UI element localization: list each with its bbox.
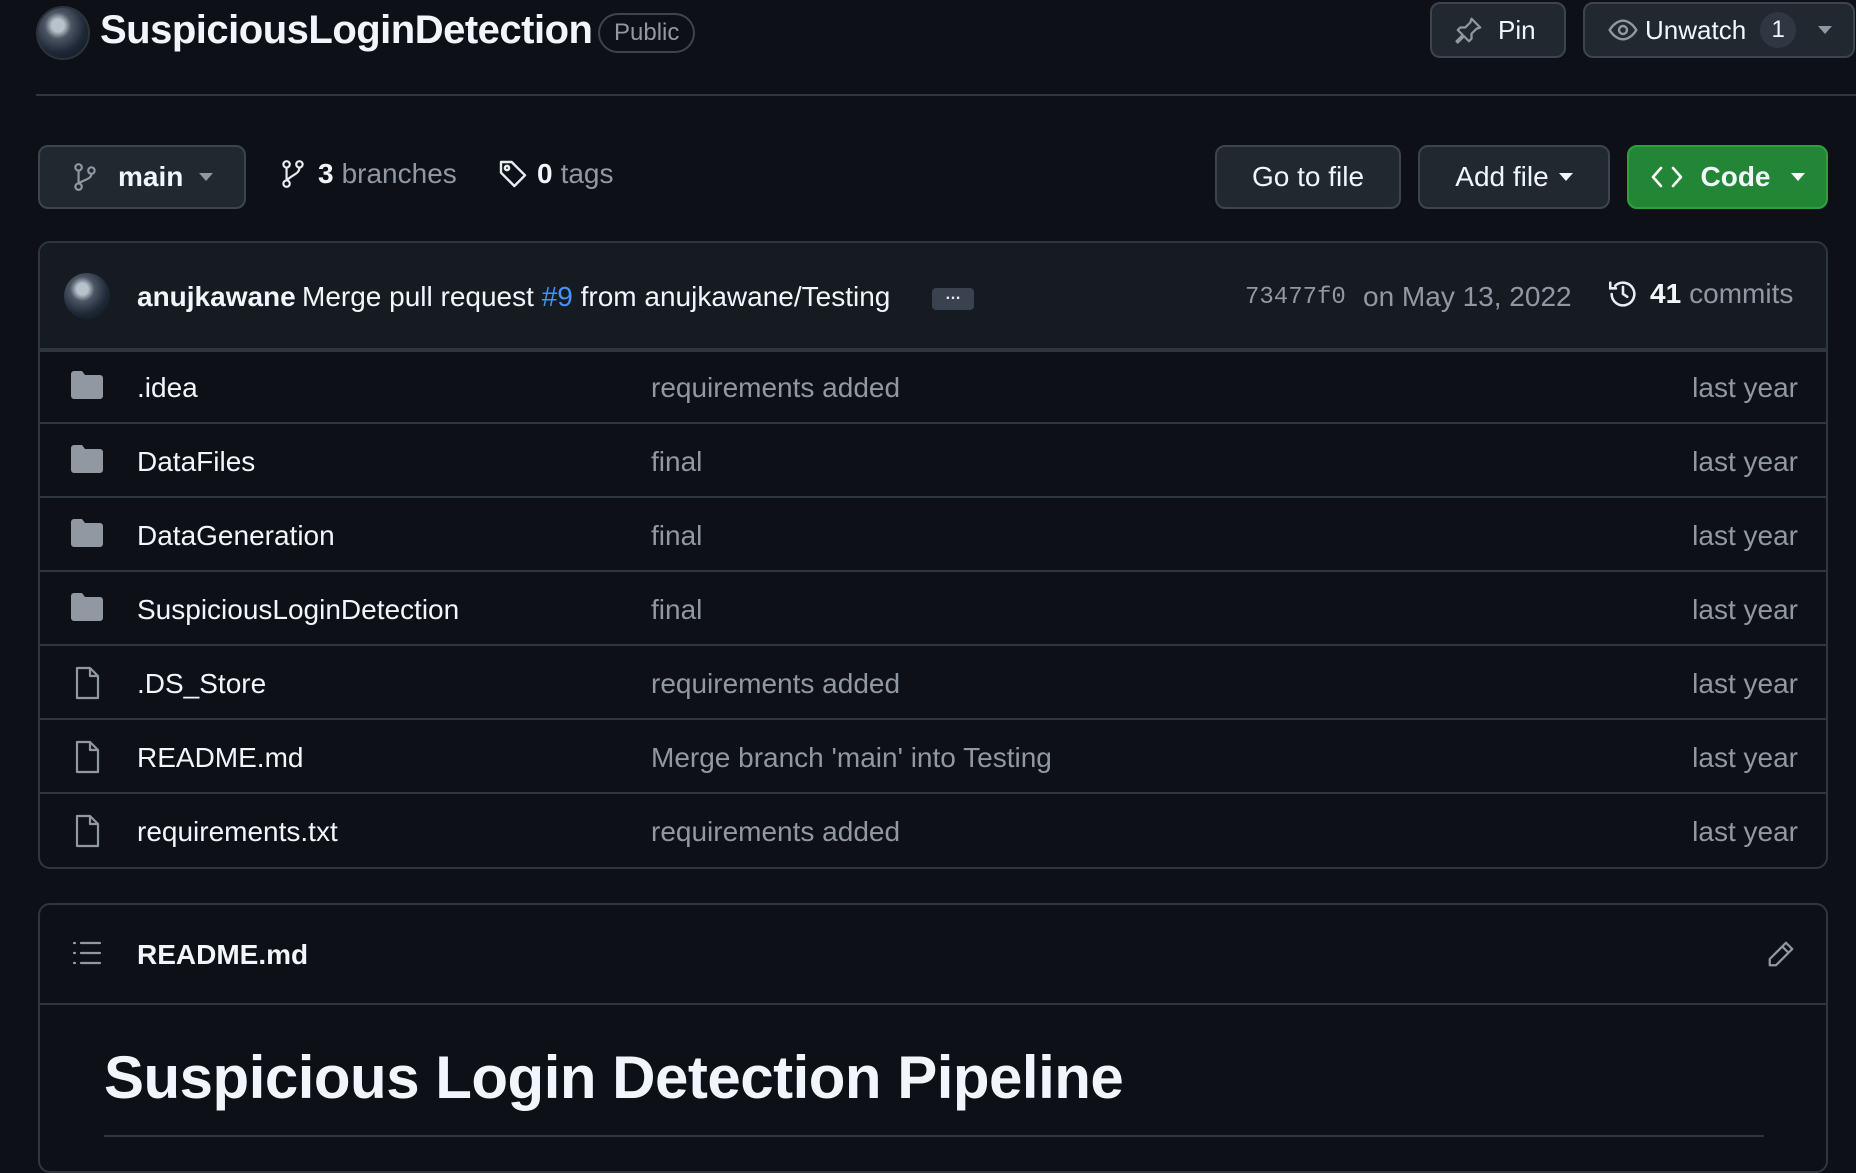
tags-label: tags — [560, 158, 614, 189]
expand-commit-button[interactable]: … — [932, 287, 974, 310]
commit-count: 41 — [1650, 278, 1682, 309]
file-icon — [70, 740, 104, 774]
file-age: last year — [1692, 446, 1798, 477]
readme-divider — [104, 1135, 1764, 1137]
pull-request-link[interactable]: #9 — [542, 281, 573, 312]
list-unordered-icon[interactable] — [72, 939, 102, 967]
code-label: Code — [1700, 161, 1771, 192]
file-browser: anujkawane Merge pull request #9 from an… — [38, 241, 1828, 869]
file-commit-message[interactable]: requirements added — [651, 372, 900, 404]
branch-count: 3 — [318, 158, 334, 189]
author-avatar[interactable] — [64, 273, 110, 319]
chevron-down-icon — [1558, 173, 1573, 181]
folder-icon — [70, 592, 104, 626]
readme-filename[interactable]: README.md — [137, 939, 308, 971]
eye-icon — [1607, 14, 1639, 46]
commit-message-prefix: Merge pull request — [302, 281, 534, 312]
folder-icon — [70, 518, 104, 552]
file-row[interactable]: .idea requirements added last year — [40, 348, 1826, 422]
chevron-down-icon — [199, 173, 214, 181]
file-age: last year — [1692, 668, 1798, 699]
file-age: last year — [1692, 816, 1798, 847]
watch-count: 1 — [1760, 12, 1797, 48]
commit-sha[interactable]: 73477f0 — [1245, 284, 1346, 311]
owner-avatar[interactable] — [36, 6, 90, 60]
commit-author[interactable]: anujkawane — [137, 281, 296, 313]
readme-heading: Suspicious Login Detection Pipeline — [104, 1044, 1124, 1111]
file-row[interactable]: requirements.txt requirements added last… — [40, 792, 1826, 866]
file-row[interactable]: .DS_Store requirements added last year — [40, 644, 1826, 718]
latest-commit-bar: anujkawane Merge pull request #9 from an… — [40, 243, 1826, 352]
file-name[interactable]: DataFiles — [137, 446, 255, 478]
file-name[interactable]: .DS_Store — [137, 668, 266, 700]
file-row[interactable]: README.md Merge branch 'main' into Testi… — [40, 718, 1826, 792]
unwatch-label: Unwatch — [1645, 14, 1747, 45]
file-commit-message[interactable]: final — [651, 520, 702, 552]
file-commit-message[interactable]: Merge branch 'main' into Testing — [651, 742, 1052, 774]
file-name[interactable]: requirements.txt — [137, 816, 338, 848]
add-file-label: Add file — [1455, 161, 1549, 192]
branch-selector[interactable]: main — [38, 145, 246, 209]
file-icon — [70, 666, 104, 700]
pencil-icon[interactable] — [1766, 939, 1796, 969]
folder-icon — [70, 444, 104, 478]
file-row[interactable]: DataFiles final last year — [40, 422, 1826, 496]
repo-name[interactable]: SuspiciousLoginDetection — [100, 8, 593, 53]
pin-button[interactable]: Pin — [1430, 2, 1566, 58]
commits-link[interactable]: 41 commits — [1606, 277, 1793, 311]
file-age: last year — [1692, 372, 1798, 403]
unwatch-button[interactable]: Unwatch 1 — [1583, 2, 1855, 58]
file-commit-message[interactable]: final — [651, 594, 702, 626]
code-button[interactable]: Code — [1627, 145, 1828, 209]
file-name[interactable]: SuspiciousLoginDetection — [137, 594, 459, 626]
commit-message-suffix: from anujkawane/Testing — [580, 281, 891, 312]
commits-label: commits — [1689, 278, 1794, 309]
file-age: last year — [1692, 520, 1798, 551]
chevron-down-icon[interactable] — [1818, 26, 1833, 34]
file-commit-message[interactable]: requirements added — [651, 816, 900, 848]
tag-icon — [497, 158, 529, 190]
file-icon — [70, 814, 104, 848]
history-icon — [1606, 277, 1640, 311]
commit-message[interactable]: Merge pull request #9 from anujkawane/Te… — [302, 281, 890, 313]
tag-count: 0 — [537, 158, 553, 189]
readme-panel: README.md Suspicious Login Detection Pip… — [38, 903, 1828, 1173]
folder-icon — [70, 370, 104, 404]
go-to-file-button[interactable]: Go to file — [1215, 145, 1401, 209]
commit-date: on May 13, 2022 — [1363, 281, 1572, 312]
pin-icon — [1454, 15, 1484, 45]
git-branch-icon — [72, 162, 98, 192]
branches-label: branches — [341, 158, 457, 189]
readme-header: README.md — [40, 905, 1826, 1005]
branch-name: main — [118, 161, 184, 192]
file-name[interactable]: .idea — [137, 372, 198, 404]
file-row[interactable]: SuspiciousLoginDetection final last year — [40, 570, 1826, 644]
file-age: last year — [1692, 594, 1798, 625]
file-name[interactable]: DataGeneration — [137, 520, 335, 552]
file-commit-message[interactable]: requirements added — [651, 668, 900, 700]
code-icon — [1651, 164, 1683, 190]
git-branch-icon — [280, 159, 306, 189]
file-commit-message[interactable]: final — [651, 446, 702, 478]
file-row[interactable]: DataGeneration final last year — [40, 496, 1826, 570]
chevron-down-icon — [1790, 173, 1805, 181]
tags-link[interactable]: 0 tags — [497, 158, 614, 190]
file-age: last year — [1692, 742, 1798, 773]
file-name[interactable]: README.md — [137, 742, 303, 774]
visibility-badge: Public — [598, 13, 696, 53]
pin-label: Pin — [1498, 14, 1536, 45]
add-file-button[interactable]: Add file — [1418, 145, 1610, 209]
branches-link[interactable]: 3 branches — [280, 158, 457, 190]
